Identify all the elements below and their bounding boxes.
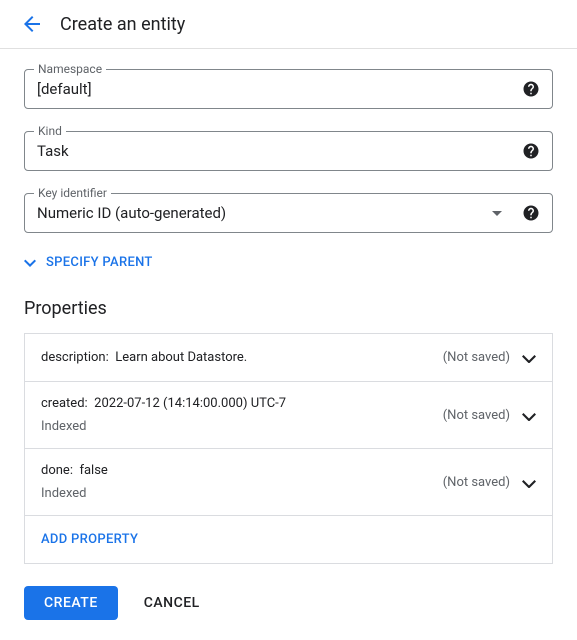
add-property-button[interactable]: ADD PROPERTY: [25, 516, 552, 564]
chevron-down-icon[interactable]: [522, 473, 536, 492]
status-badge: (Not saved): [443, 408, 510, 423]
field-value: Task: [37, 142, 522, 160]
property-value: 2022-07-12 (14:14:00.000) UTC-7: [94, 396, 286, 411]
property-value: false: [79, 463, 107, 478]
add-property-label: ADD PROPERTY: [25, 516, 552, 563]
content: Namespace [default] Kind Task Key identi…: [0, 49, 577, 640]
properties-list: description: Learn about Datastore. (Not…: [24, 333, 553, 564]
help-icon[interactable]: [522, 142, 540, 160]
status-badge: (Not saved): [443, 475, 510, 490]
property-row[interactable]: created: 2022-07-12 (14:14:00.000) UTC-7…: [25, 382, 552, 449]
field-value: [default]: [37, 80, 522, 98]
specify-parent-toggle[interactable]: SPECIFY PARENT: [24, 255, 553, 270]
page-title: Create an entity: [60, 14, 185, 35]
back-arrow-icon[interactable]: [20, 12, 44, 36]
help-icon[interactable]: [522, 80, 540, 98]
kind-field[interactable]: Kind Task: [24, 131, 553, 171]
property-value: Learn about Datastore.: [115, 350, 247, 365]
chevron-down-icon[interactable]: [522, 348, 536, 367]
property-row[interactable]: done: false Indexed (Not saved): [25, 449, 552, 516]
specify-parent-label: SPECIFY PARENT: [46, 255, 153, 270]
status-badge: (Not saved): [443, 350, 510, 365]
property-name: created: [41, 396, 85, 411]
chevron-down-icon: [492, 211, 502, 216]
properties-title: Properties: [24, 298, 553, 319]
property-name: done: [41, 463, 70, 478]
field-label: Kind: [34, 124, 66, 138]
field-label: Key identifier: [34, 186, 111, 200]
property-row[interactable]: description: Learn about Datastore. (Not…: [25, 334, 552, 382]
indexed-label: Indexed: [41, 486, 443, 501]
key-identifier-field[interactable]: Key identifier Numeric ID (auto-generate…: [24, 193, 553, 233]
cancel-button[interactable]: CANCEL: [144, 595, 200, 611]
field-value: Numeric ID (auto-generated): [37, 204, 492, 222]
field-label: Namespace: [34, 62, 106, 76]
namespace-field[interactable]: Namespace [default]: [24, 69, 553, 109]
page-header: Create an entity: [0, 0, 577, 49]
property-name: description: [41, 350, 106, 365]
indexed-label: Indexed: [41, 419, 443, 434]
help-icon[interactable]: [522, 204, 540, 222]
chevron-down-icon[interactable]: [522, 406, 536, 425]
